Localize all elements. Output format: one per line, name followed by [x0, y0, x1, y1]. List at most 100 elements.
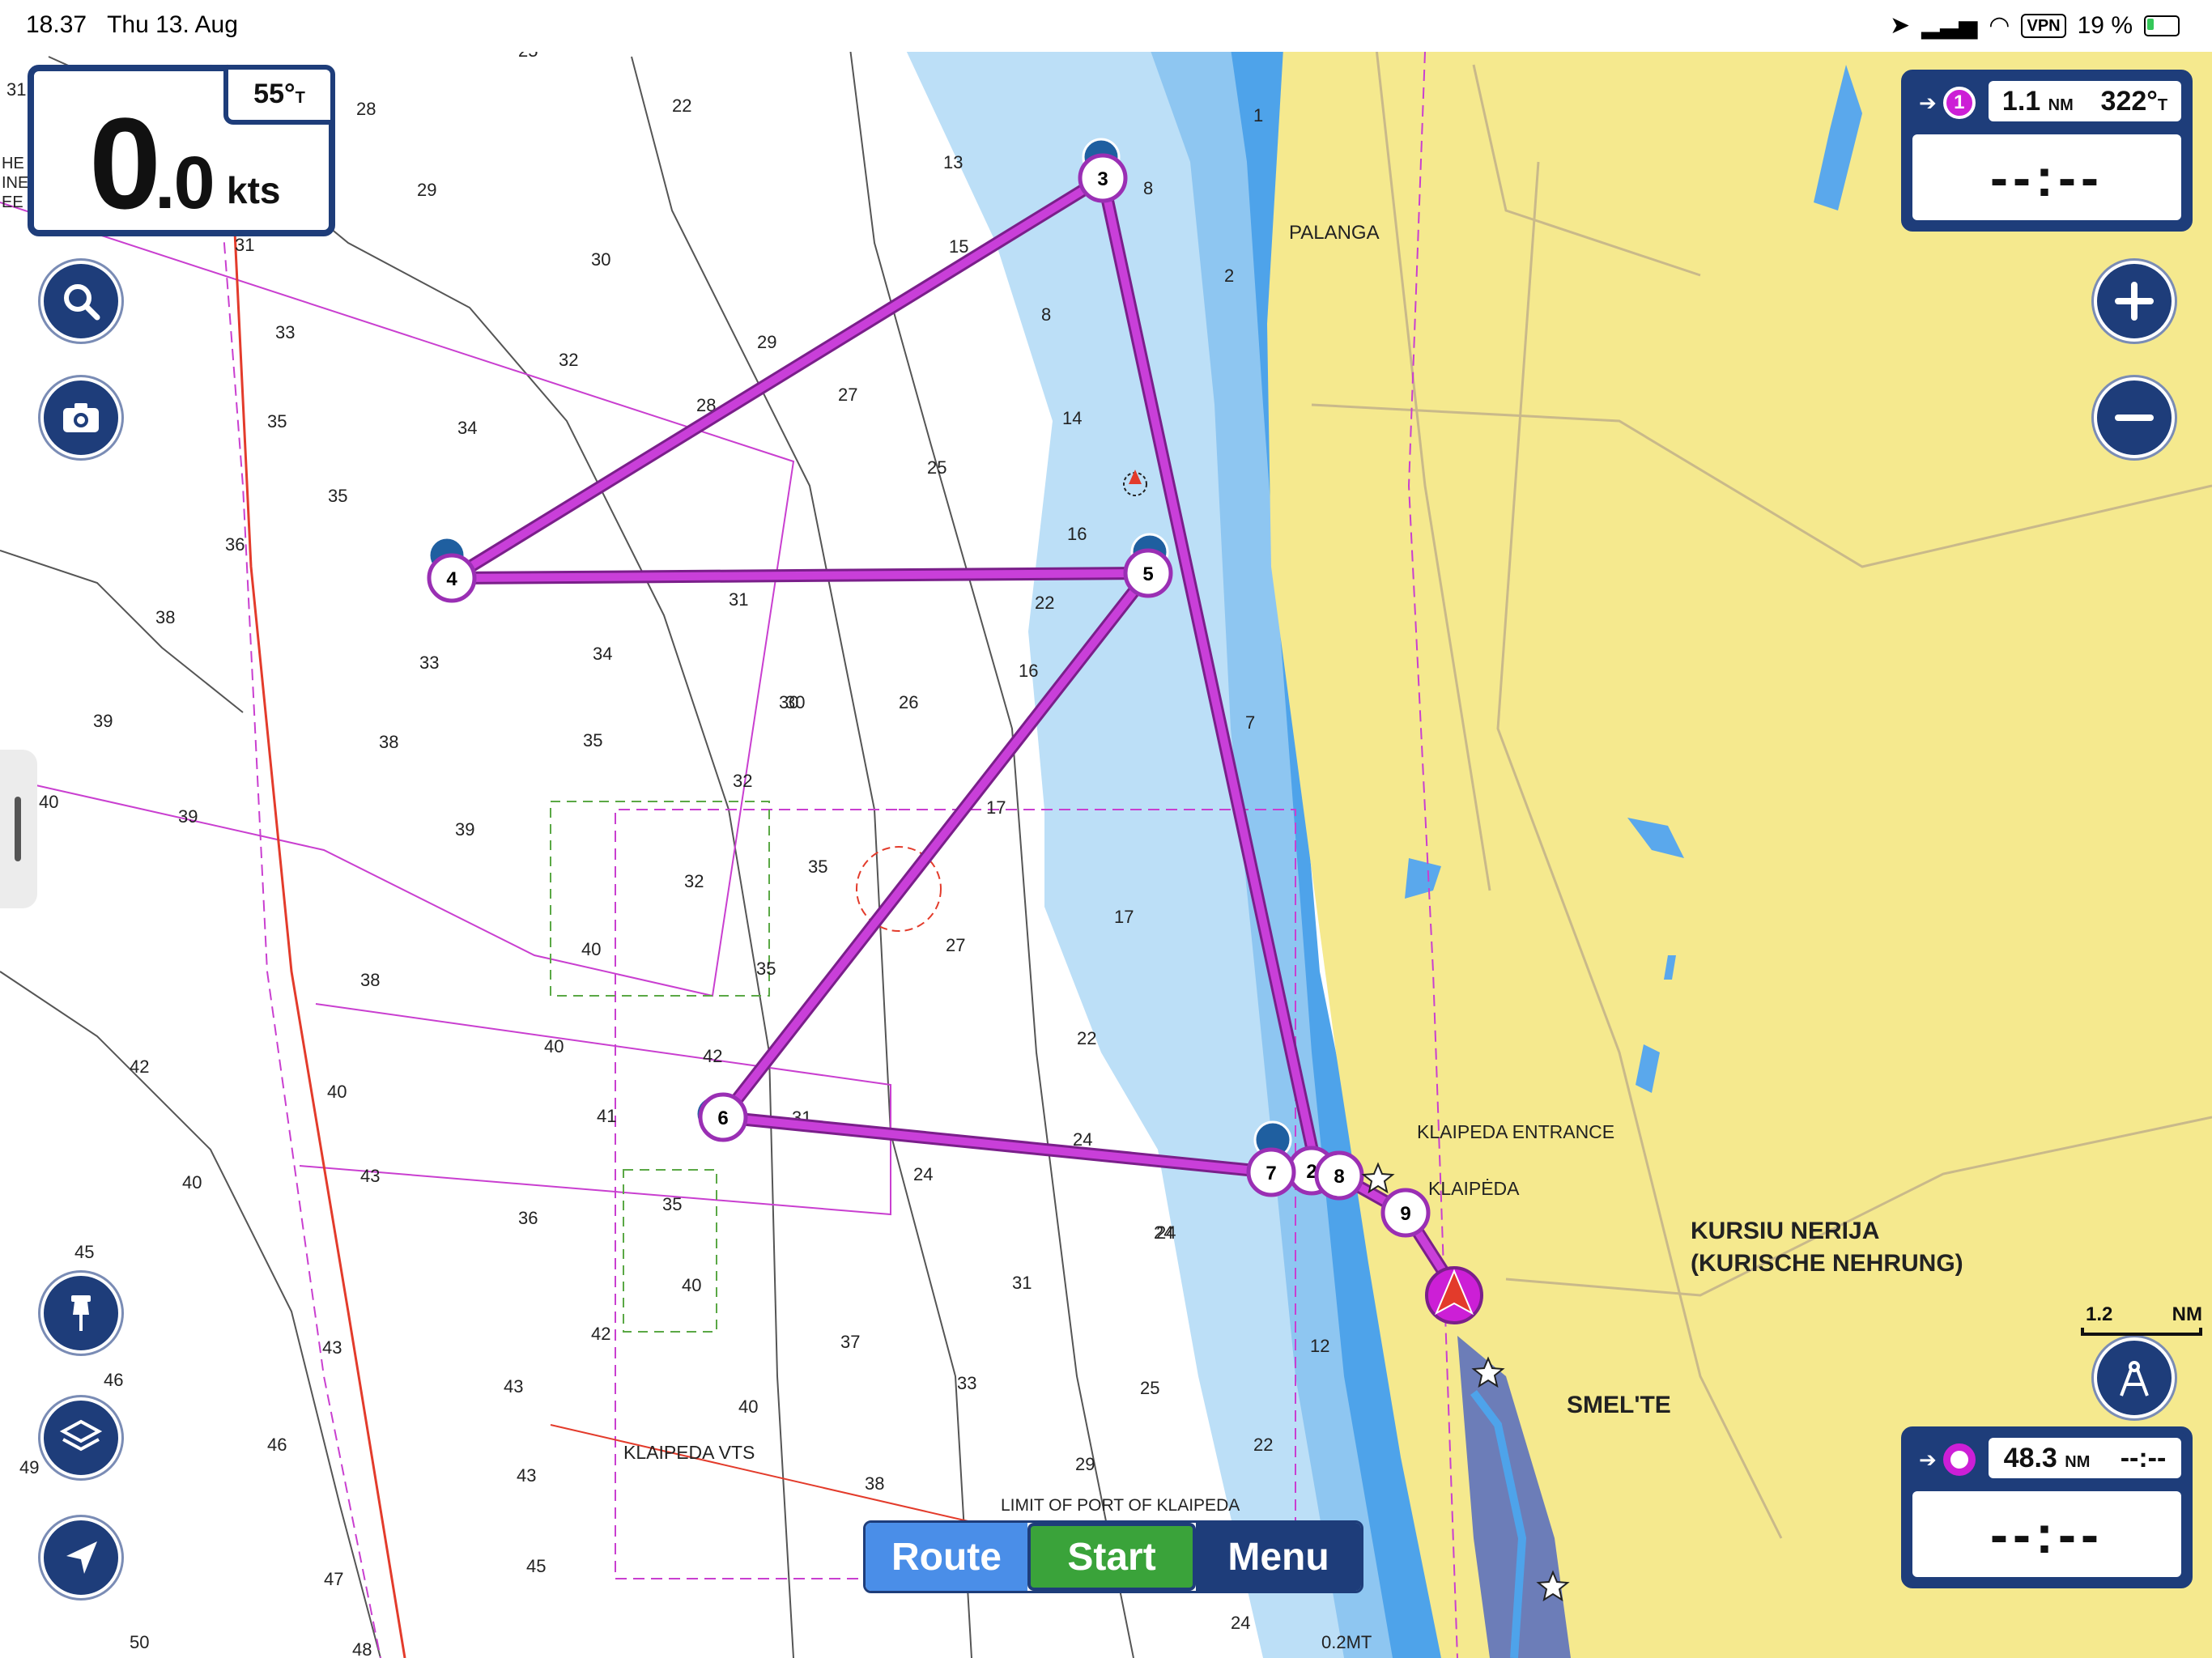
depth-label: 39 — [455, 819, 474, 840]
speed-panel[interactable]: 0.0 kts 55°T — [28, 65, 335, 236]
place-label: SMEL'TE — [1567, 1392, 1671, 1418]
depth-label: 12 — [1310, 1336, 1329, 1356]
svg-text:6: 6 — [717, 1107, 728, 1129]
depth-label: 40 — [182, 1172, 202, 1192]
zoom-in-button[interactable] — [2094, 261, 2175, 342]
depth-label: 36 — [518, 1208, 538, 1228]
depth-label: 38 — [155, 607, 175, 627]
layers-button[interactable] — [40, 1397, 121, 1478]
depth-label: 31 — [1012, 1273, 1032, 1293]
battery-icon — [2144, 15, 2180, 36]
depth-label: 35 — [267, 411, 287, 432]
depth-label: 40 — [738, 1397, 758, 1417]
zoom-out-button[interactable] — [2094, 377, 2175, 458]
depth-label: 22 — [1253, 1435, 1273, 1455]
depth-label: 43 — [504, 1376, 523, 1397]
depth-label: 29 — [1075, 1454, 1095, 1474]
depth-label: 37 — [840, 1332, 860, 1352]
depth-label: 22 — [1077, 1028, 1096, 1048]
depth-label: 14 — [1062, 408, 1082, 428]
drop-pin-button[interactable] — [40, 1273, 121, 1354]
depth-label: 35 — [583, 730, 602, 750]
depth-label: 46 — [104, 1370, 123, 1390]
search-button[interactable] — [40, 261, 121, 342]
destination-panel[interactable]: ➔ 48.3 NM --:-- --:-- — [1901, 1426, 2193, 1588]
depth-label: 35 — [808, 857, 827, 877]
eta-value: --:-- — [2120, 1442, 2167, 1473]
camera-button[interactable] — [40, 377, 121, 458]
locate-button[interactable] — [40, 1517, 121, 1598]
arrow-right-icon: ➔ — [1919, 1447, 1937, 1472]
area-label: KLAIPEDA VTS — [623, 1442, 755, 1463]
waypoint-8[interactable]: 8 — [1314, 1150, 1364, 1201]
compass-button[interactable] — [2094, 1337, 2175, 1418]
depth-label: 41 — [597, 1106, 616, 1126]
depth-label: 43 — [322, 1337, 342, 1358]
depth-label: 38 — [379, 732, 398, 752]
place-label: KLAIPEDA ENTRANCE — [1417, 1121, 1614, 1142]
distance-value: 48.3 NM — [2003, 1442, 2091, 1473]
depth-label: 33 — [957, 1373, 976, 1393]
depth-label: 47 — [324, 1569, 343, 1589]
arrow-right-icon: ➔ — [1919, 90, 1937, 115]
route-button[interactable]: Route — [866, 1523, 1027, 1591]
menu-button[interactable]: Menu — [1196, 1523, 1361, 1591]
svg-text:3: 3 — [1097, 168, 1108, 190]
waypoint-7[interactable]: 7 — [1246, 1147, 1296, 1197]
side-panel-handle[interactable] — [0, 750, 37, 908]
depth-label: 40 — [39, 792, 58, 812]
depth-label: 40 — [327, 1082, 347, 1102]
depth-label: 36 — [225, 534, 245, 555]
depth-label: 32 — [733, 771, 752, 791]
nautical-chart[interactable]: 31 28 22 25 29 30 31 33 32 35 34 35 36 3… — [0, 0, 2212, 1658]
depth-label: 46 — [267, 1435, 287, 1455]
svg-text:5: 5 — [1142, 563, 1153, 585]
waypoint-badge: 1 — [1942, 87, 1976, 119]
destination-icon — [1942, 1443, 1976, 1476]
depth-label: 28 — [356, 99, 376, 119]
time-to-waypoint: --:-- — [1912, 134, 2181, 220]
waypoint-3[interactable]: 3 — [1078, 153, 1128, 203]
battery-percent: 19 % — [2077, 11, 2133, 39]
depth-label: 24 — [1154, 1222, 1173, 1243]
search-icon — [64, 284, 100, 321]
depth-label: 35 — [662, 1194, 682, 1214]
next-waypoint-panel[interactable]: ➔ 1 1.1 NM 322°T --:-- — [1901, 70, 2193, 232]
boat-position-icon — [1425, 1266, 1483, 1324]
start-button[interactable]: Start — [1027, 1523, 1196, 1591]
bearing-value: 322°T — [2100, 85, 2168, 117]
route-toolbar: Route Start Menu — [863, 1520, 1363, 1593]
waypoint-4[interactable]: 4 — [427, 553, 477, 603]
camera-icon — [63, 403, 99, 432]
depth-label: 25 — [927, 457, 946, 478]
depth-label: 40 — [544, 1036, 564, 1056]
depth-label: 32 — [684, 871, 704, 891]
pin-icon — [71, 1295, 91, 1331]
svg-text:8: 8 — [1334, 1166, 1344, 1188]
place-label: KLAIPĖDA — [1428, 1178, 1520, 1199]
depth-label: 8 — [1143, 178, 1153, 198]
distance-value: 1.1 NM — [2001, 85, 2074, 117]
depth-label: 16 — [1019, 661, 1038, 681]
edge-label: EE — [2, 193, 23, 211]
depth-label: 8 — [1041, 304, 1051, 325]
waypoint-5[interactable]: 5 — [1123, 548, 1173, 598]
place-label: KURSIU NERIJA — [1691, 1218, 1879, 1244]
waypoint-9[interactable]: 9 — [1380, 1188, 1431, 1238]
time-to-destination: --:-- — [1912, 1491, 2181, 1577]
depth-label: 35 — [756, 959, 776, 979]
speed-unit: kts — [227, 169, 281, 211]
depth-label: 49 — [19, 1457, 39, 1477]
waypoint-6[interactable]: 6 — [698, 1092, 748, 1142]
depth-label: 17 — [986, 797, 1006, 818]
plus-icon — [2115, 282, 2154, 321]
edge-label: INE — [2, 174, 28, 192]
location-icon: ➤ — [1889, 12, 1911, 39]
depth-label: 24 — [1231, 1613, 1250, 1633]
land-area — [1267, 49, 2212, 1658]
depth-label: 31 — [729, 589, 748, 610]
depth-label: 48 — [352, 1639, 372, 1658]
depth-label: 1 — [1253, 105, 1263, 125]
depth-label: 38 — [865, 1473, 884, 1494]
depth-label: 31 — [6, 79, 26, 100]
